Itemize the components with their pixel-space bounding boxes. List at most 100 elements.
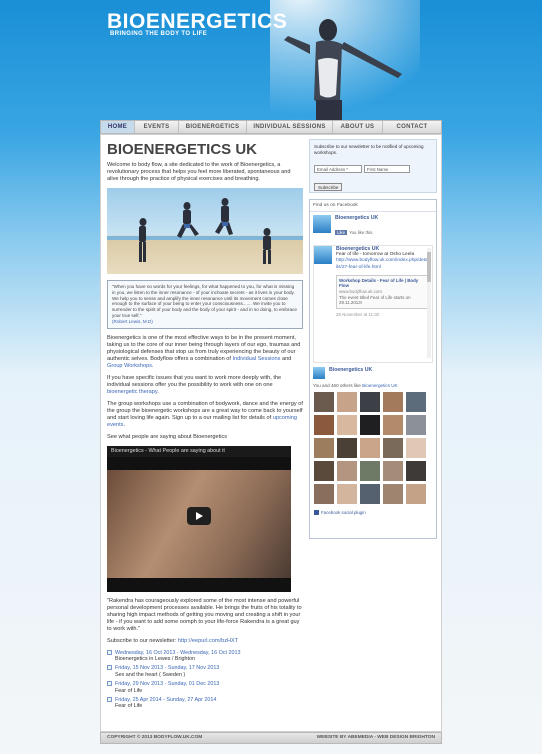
copyright-text: COPYRIGHT © 2013 BODYFLOW.UK.COM bbox=[107, 735, 203, 740]
fan-avatar[interactable] bbox=[406, 438, 426, 458]
calendar-icon bbox=[107, 665, 112, 671]
testimonial-text: "Rakendra has courageously explored some… bbox=[107, 597, 302, 632]
fan-avatar[interactable] bbox=[360, 438, 380, 458]
page-content: BIOENERGETICS UK Welcome to body flow, a… bbox=[100, 134, 442, 732]
video-intro-text: See what people are saying about Bioener… bbox=[107, 433, 228, 440]
site-footer: COPYRIGHT © 2013 BODYFLOW.UK.COM WEBSITE… bbox=[100, 732, 442, 744]
subscribe-button[interactable]: Subscribe bbox=[314, 183, 343, 192]
fan-avatar[interactable] bbox=[337, 484, 357, 504]
calendar-icon bbox=[107, 649, 112, 655]
fan-avatar[interactable] bbox=[406, 461, 426, 481]
fan-avatar[interactable] bbox=[383, 484, 403, 504]
facebook-page-header: Bioenergetics UK Like You like this. bbox=[310, 212, 436, 242]
event-item: Wednesday, 16 Oct 2013 - Wednesday, 16 O… bbox=[107, 650, 303, 663]
fan-avatar[interactable] bbox=[314, 438, 334, 458]
post-author[interactable]: Bioenergetics UK bbox=[329, 367, 372, 381]
fan-avatar[interactable] bbox=[337, 438, 357, 458]
fans-count: You and 460 others like Bioenergetics UK bbox=[313, 383, 398, 388]
fan-avatar[interactable] bbox=[360, 484, 380, 504]
events-list: Wednesday, 16 Oct 2013 - Wednesday, 16 O… bbox=[107, 650, 303, 710]
fan-avatar[interactable] bbox=[314, 392, 334, 412]
play-icon[interactable] bbox=[187, 506, 211, 525]
hero-illustration bbox=[107, 198, 303, 264]
event-item: Friday, 15 Nov 2013 - Sunday, 17 Nov 201… bbox=[107, 665, 303, 678]
nav-bioenergetics[interactable]: BIOENERGETICS bbox=[179, 121, 247, 133]
workshops-paragraph: The group workshops use a combination of… bbox=[107, 400, 303, 428]
video-title[interactable]: Bioenergetics - What People are saying a… bbox=[107, 445, 291, 457]
fan-avatar[interactable] bbox=[337, 415, 357, 435]
post-avatar[interactable] bbox=[313, 367, 325, 379]
calendar-icon bbox=[107, 681, 112, 687]
fan-avatar[interactable] bbox=[406, 484, 426, 504]
bioenergetic-therapy-link[interactable]: bioenergetic therapy bbox=[107, 389, 157, 395]
fan-avatar[interactable] bbox=[383, 392, 403, 412]
event-item: Friday, 29 Nov 2013 - Sunday, 01 Dec 201… bbox=[107, 681, 303, 694]
likes-text: You like this. bbox=[349, 230, 374, 235]
event-date-link[interactable]: Friday, 15 Nov 2013 - Sunday, 17 Nov 201… bbox=[115, 665, 219, 671]
fan-avatar[interactable] bbox=[383, 461, 403, 481]
site-tagline: BRINGING THE BODY TO LIFE bbox=[110, 31, 208, 37]
event-date-link[interactable]: Friday, 29 Nov 2013 - Sunday, 01 Dec 201… bbox=[115, 681, 219, 687]
nav-contact[interactable]: CONTACT bbox=[383, 121, 441, 133]
video-player[interactable]: Bioenergetics - What People are saying a… bbox=[107, 445, 291, 592]
fan-avatar[interactable] bbox=[360, 392, 380, 412]
scrollbar[interactable] bbox=[427, 248, 431, 358]
individual-sessions-link[interactable]: Individual Sessions bbox=[233, 356, 281, 362]
post-avatar[interactable] bbox=[314, 246, 332, 264]
like-button[interactable]: Like bbox=[335, 230, 348, 235]
fan-avatar[interactable] bbox=[360, 461, 380, 481]
fan-avatar[interactable] bbox=[383, 438, 403, 458]
facebook-widget: Find us on Facebook Bioenergetics UK Lik… bbox=[309, 199, 437, 539]
newsletter-text: Subscribe to our newsletter to be notifi… bbox=[314, 144, 424, 155]
fan-avatar[interactable] bbox=[314, 484, 334, 504]
first-name-field[interactable]: First Name bbox=[364, 165, 410, 174]
page-title: BIOENERGETICS UK bbox=[107, 141, 258, 158]
event-date-link[interactable]: Friday, 25 Apr 2014 - Sunday, 27 Apr 201… bbox=[115, 697, 216, 703]
sessions-paragraph: If you have specific issues that you wan… bbox=[107, 374, 282, 395]
main-nav: HOME EVENTS BIOENERGETICS INDIVIDUAL SES… bbox=[100, 120, 442, 134]
post-time: 28 November at 11:30 bbox=[336, 311, 380, 317]
calendar-icon bbox=[107, 697, 112, 703]
header-photo-woman-arms-outstretched bbox=[270, 0, 420, 122]
nav-about-us[interactable]: ABOUT US bbox=[333, 121, 383, 133]
fan-avatar[interactable] bbox=[337, 461, 357, 481]
group-workshops-link[interactable]: Group Workshops bbox=[107, 363, 152, 369]
facebook-heading: Find us on Facebook bbox=[310, 200, 436, 212]
nav-individual-sessions[interactable]: INDIVIDUAL SESSIONS bbox=[247, 121, 333, 133]
fan-avatar[interactable] bbox=[406, 415, 426, 435]
fan-avatar[interactable] bbox=[337, 392, 357, 412]
event-item: Friday, 25 Apr 2014 - Sunday, 27 Apr 201… bbox=[107, 697, 303, 710]
facebook-page-name[interactable]: Bioenergetics UK bbox=[335, 215, 378, 221]
site-header: BIOENERGETICS BRINGING THE BODY TO LIFE bbox=[0, 0, 542, 122]
fan-avatars-grid bbox=[310, 390, 436, 506]
nav-home[interactable]: HOME bbox=[101, 121, 135, 133]
event-title: Fear of Life bbox=[115, 703, 143, 710]
event-title: Sex and the heart ( Sweden ) bbox=[115, 671, 186, 678]
email-field[interactable]: Email Address * bbox=[314, 165, 362, 174]
facebook-icon bbox=[314, 510, 319, 516]
facebook-post: Bioenergetics UK bbox=[313, 367, 433, 381]
fans-page-link[interactable]: Bioenergetics UK bbox=[362, 383, 398, 388]
share-card[interactable]: Workshop Details - Fear of Life | Body F… bbox=[336, 274, 428, 309]
credit-link[interactable]: WEBSITE BY ABEMEDIA - WEB DESIGN BRIGHTO… bbox=[317, 733, 435, 743]
fan-avatar[interactable] bbox=[314, 415, 334, 435]
subscribe-link[interactable]: http://eepurl.com/bzHXT bbox=[178, 638, 238, 644]
event-date-link[interactable]: Wednesday, 16 Oct 2013 - Wednesday, 16 O… bbox=[115, 650, 240, 656]
scrollbar-thumb[interactable] bbox=[427, 252, 431, 282]
fan-avatar[interactable] bbox=[383, 415, 403, 435]
page-avatar[interactable] bbox=[313, 215, 331, 233]
facebook-post: Bioenergetics UK Fear of life - tomorrow… bbox=[313, 245, 433, 363]
post-link[interactable]: http://www.bodyflow.uk.com/index.php/det… bbox=[336, 258, 428, 269]
fan-avatar[interactable] bbox=[406, 392, 426, 412]
event-title: Fear of Life bbox=[115, 687, 143, 694]
intro-paragraph: Welcome to body flow, a site dedicated t… bbox=[107, 162, 291, 182]
quote-text: "When you have no words for your feeling… bbox=[112, 284, 297, 318]
hero-photo-jumping-on-beach bbox=[107, 188, 303, 274]
fan-avatar[interactable] bbox=[314, 461, 334, 481]
nav-events[interactable]: EVENTS bbox=[135, 121, 179, 133]
share-description: The event titled Fear of Life starts on … bbox=[339, 294, 411, 306]
share-title[interactable]: Workshop Details - Fear of Life | Body F… bbox=[339, 278, 425, 289]
fan-avatar[interactable] bbox=[360, 415, 380, 435]
quote-author: (Robert Lewis, M.D) bbox=[112, 318, 153, 324]
newsletter-signup: Subscribe to our newsletter to be notifi… bbox=[309, 139, 437, 193]
